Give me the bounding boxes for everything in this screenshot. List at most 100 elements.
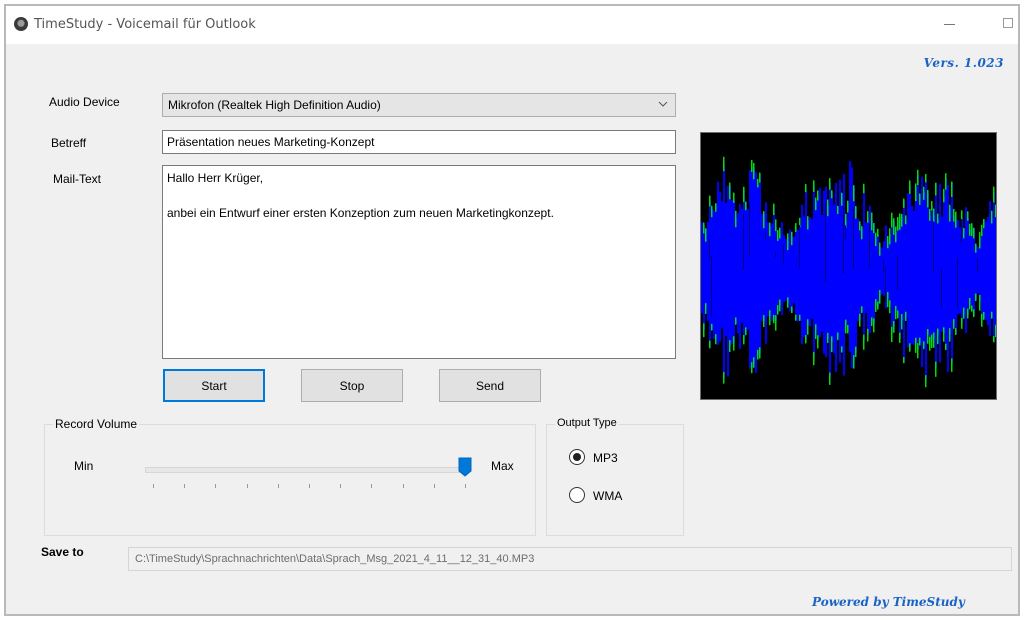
waveform-bar [903, 200, 905, 363]
waveform-peak [751, 362, 753, 374]
subject-label: Betreff [51, 136, 87, 150]
waveform-peak [807, 319, 809, 335]
mp3-radio[interactable] [569, 449, 585, 465]
volume-slider-thumb[interactable] [458, 457, 472, 477]
waveform-bar [771, 223, 773, 322]
waveform-peak [829, 372, 831, 385]
subject-input[interactable]: Präsentation neues Marketing-Konzept [162, 130, 676, 154]
waveform-line [843, 206, 844, 275]
waveform-bar [981, 232, 983, 320]
waveform-line [845, 225, 846, 240]
waveform-peak [853, 185, 855, 202]
waveform-peak [929, 208, 931, 221]
waveform-bar [861, 228, 863, 313]
waveform-peak [931, 334, 933, 349]
waveform-bar [829, 182, 831, 379]
waveform-peak [875, 299, 877, 312]
save-path-field[interactable]: C:\TimeStudy\Sprachnachrichten\Data\Spra… [128, 547, 1012, 571]
waveform-bar [827, 205, 829, 339]
output-type-title: Output Type [555, 417, 619, 429]
waveform-peak [903, 356, 905, 364]
waveform-peak [971, 305, 973, 312]
slider-tick [309, 484, 310, 488]
waveform-peak [955, 328, 957, 335]
mailtext-textarea[interactable]: Hallo Herr Krüger, anbei ein Entwurf ein… [162, 165, 676, 359]
waveform-bar [863, 188, 865, 341]
waveform-peak [777, 230, 779, 241]
waveform-bar [721, 201, 723, 329]
waveform-peak [769, 222, 771, 237]
stop-button[interactable]: Stop [301, 369, 403, 402]
start-button[interactable]: Start [163, 369, 265, 402]
waveform-bar [899, 216, 901, 339]
waveform-peak [995, 204, 996, 218]
waveform-bar [971, 225, 973, 312]
waveform-bar [737, 212, 739, 334]
waveform-bar [913, 210, 915, 346]
waveform-bar [763, 213, 765, 322]
waveform-peak [763, 315, 765, 328]
waveform-bar [795, 226, 797, 321]
waveform-bar [821, 214, 823, 333]
waveform-line [869, 223, 870, 267]
waveform-peak [769, 310, 771, 326]
waveform-bar [855, 206, 857, 353]
audio-device-select[interactable]: Mikrofon (Realtek High Definition Audio) [162, 93, 676, 117]
waveform-bar [709, 201, 711, 347]
powered-by-label: Powered by TimeStudy [812, 595, 965, 609]
waveform-peak [905, 215, 907, 225]
volume-slider-track[interactable] [145, 467, 465, 473]
waveform-peak [715, 203, 717, 212]
waveform-peak [895, 226, 897, 243]
waveform-peak [773, 203, 775, 216]
waveform-peak [969, 297, 971, 310]
app-window: TimeStudy - Voicemail für Outlook Vers. … [4, 4, 1020, 616]
waveform-bar [801, 204, 803, 345]
waveform-peak [993, 336, 995, 343]
waveform-bar [917, 175, 919, 350]
waveform-peak [791, 306, 793, 314]
waveform-peak [909, 180, 911, 194]
waveform-peak [963, 227, 965, 239]
waveform-peak [935, 361, 937, 377]
wma-radio[interactable] [569, 487, 585, 503]
waveform-bar [867, 218, 869, 335]
waveform-peak [905, 311, 907, 321]
waveform-bar [735, 217, 737, 324]
waveform-peak [943, 327, 945, 342]
waveform-peak [979, 294, 981, 311]
waveform-peak [955, 211, 957, 228]
waveform-bar [889, 234, 891, 307]
waveform-bar [945, 177, 947, 350]
mailtext-line: anbei ein Entwurf einer ersten Konzeptio… [167, 206, 554, 220]
waveform-peak [903, 198, 905, 208]
record-volume-group: Record Volume Min Max [44, 417, 536, 536]
waveform-bar [975, 245, 977, 300]
waveform-peak [775, 219, 777, 232]
waveform-line [897, 256, 898, 290]
waveform-peak [759, 347, 761, 359]
waveform-peak [753, 162, 755, 180]
waveform-peak [795, 314, 797, 321]
waveform-peak [967, 211, 969, 221]
waveform-bar [929, 215, 931, 343]
waveform-bar [873, 223, 875, 325]
waveform-peak [723, 372, 725, 384]
waveform-bar [703, 225, 705, 330]
waveform-peak [923, 341, 925, 350]
waveform-bar [793, 236, 795, 304]
waveform-bar [751, 167, 753, 369]
waveform-peak [877, 228, 879, 237]
minimize-button[interactable] [934, 12, 964, 36]
waveform-peak [779, 299, 781, 312]
waveform-peak [993, 186, 995, 203]
maximize-button[interactable] [994, 12, 1024, 36]
waveform-bar [847, 203, 849, 331]
waveform-peak [805, 335, 807, 344]
waveform-peak [873, 223, 875, 234]
waveform-bar [747, 209, 749, 330]
waveform-svg [701, 156, 996, 388]
send-button[interactable]: Send [439, 369, 541, 402]
waveform-bar [905, 221, 907, 318]
waveform-peak [919, 337, 921, 346]
